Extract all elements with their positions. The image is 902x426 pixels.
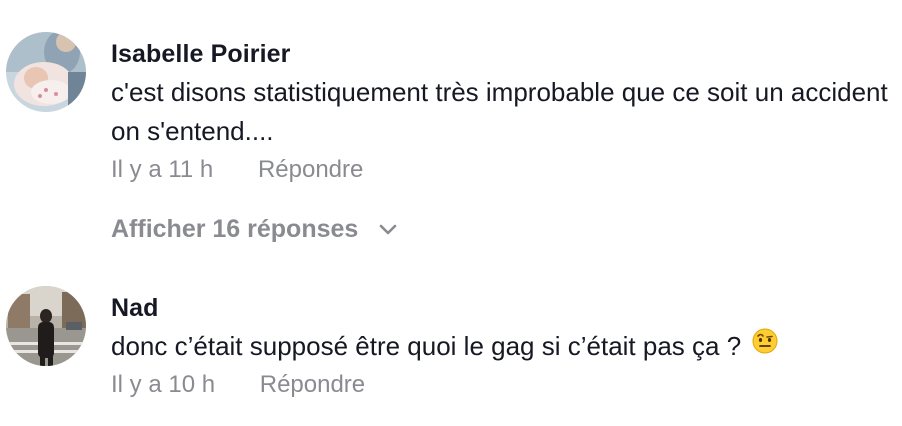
city-street-photo-avatar-icon xyxy=(6,286,86,366)
comment-timestamp: Il y a 11 h xyxy=(111,156,214,183)
comment-meta: Il y a 11 h Répondre xyxy=(111,155,891,185)
comment-meta: Il y a 10 h Répondre xyxy=(111,370,891,400)
baby-photo-avatar-icon xyxy=(6,32,86,112)
comment-author[interactable]: Nad xyxy=(111,293,891,323)
reply-button[interactable]: Répondre xyxy=(258,156,363,183)
avatar[interactable] xyxy=(6,32,86,112)
comment-timestamp: Il y a 10 h xyxy=(111,371,216,398)
comment-text-content: donc c’était supposé être quoi le gag si… xyxy=(111,331,742,361)
comment-text: c'est disons statistiquement très improb… xyxy=(111,77,888,146)
show-replies-label: Afficher 16 réponses xyxy=(111,215,359,243)
chevron-down-icon xyxy=(379,213,397,243)
reply-button[interactable]: Répondre xyxy=(260,371,365,398)
comment-author[interactable]: Isabelle Poirier xyxy=(111,39,891,69)
comment-text: donc c’était supposé être quoi le gag si… xyxy=(111,327,891,366)
avatar[interactable] xyxy=(6,286,86,366)
show-replies-button[interactable]: Afficher 16 réponses xyxy=(111,214,397,244)
raised-eyebrow-emoji-icon xyxy=(752,326,778,365)
